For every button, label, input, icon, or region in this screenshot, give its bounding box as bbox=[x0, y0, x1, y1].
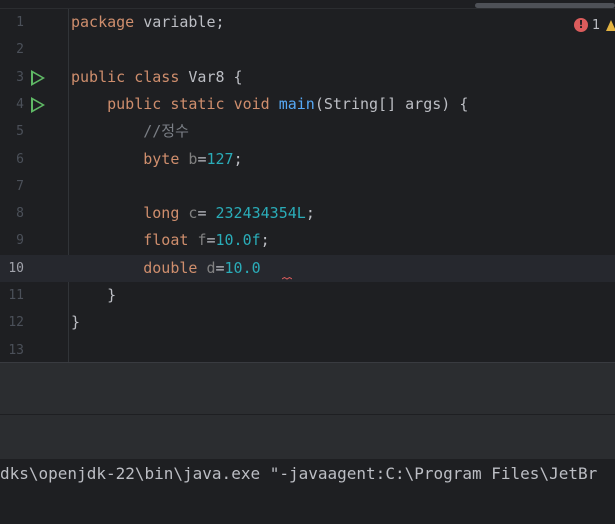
code-token: } bbox=[71, 313, 81, 332]
code-editor[interactable]: 1 package variable; 2 3 public class Var8 {4… bbox=[0, 0, 615, 362]
line-number: 11 bbox=[8, 288, 24, 303]
code-line[interactable]: 2 bbox=[0, 36, 615, 63]
code-token: byte bbox=[143, 149, 180, 168]
code-token: main bbox=[278, 94, 315, 113]
code-token: void bbox=[233, 94, 270, 113]
code-text: public class Var8 { bbox=[71, 64, 243, 91]
run-icon[interactable] bbox=[31, 69, 45, 86]
code-token: d bbox=[206, 258, 216, 277]
line-number: 6 bbox=[16, 151, 24, 167]
code-line[interactable]: 10 double d=10.0 bbox=[0, 254, 615, 282]
code-text: } bbox=[71, 309, 80, 336]
line-number: 3 bbox=[16, 69, 24, 85]
code-token: double bbox=[143, 258, 198, 277]
code-token: = bbox=[206, 231, 216, 250]
line-number: 2 bbox=[16, 42, 24, 58]
line-number: 4 bbox=[16, 96, 24, 112]
code-text: //정수 bbox=[71, 118, 189, 145]
error-squiggle bbox=[282, 277, 292, 280]
code-token: 232434354L bbox=[215, 204, 306, 223]
code-text: public static void main(String[] args) { bbox=[71, 91, 468, 118]
code-token: } bbox=[71, 286, 117, 304]
code-token: 127 bbox=[206, 149, 234, 168]
warning-icon bbox=[606, 19, 615, 31]
console-output-line: dks\openjdk-22\bin\java.exe "-javaagent:… bbox=[0, 464, 598, 483]
code-token: public bbox=[107, 94, 162, 113]
code-line[interactable]: 1 package variable; bbox=[0, 9, 615, 36]
line-number: 1 bbox=[16, 15, 24, 30]
run-toolbar bbox=[0, 414, 615, 459]
code-line[interactable]: 3 public class Var8 { bbox=[0, 64, 615, 91]
code-line[interactable]: 9 float f=10.0f; bbox=[0, 227, 615, 254]
code-token: long bbox=[143, 204, 180, 223]
inspection-widget[interactable]: ! 1 bbox=[574, 16, 615, 34]
line-number: 9 bbox=[16, 233, 24, 249]
code-token: (String[] args) { bbox=[314, 94, 469, 113]
line-number: 12 bbox=[8, 315, 24, 331]
code-line[interactable]: 4 public static void main(String[] args)… bbox=[0, 91, 615, 118]
code-token: ; bbox=[260, 231, 270, 250]
code-token: float bbox=[143, 231, 189, 250]
code-text: double d=10.0 bbox=[71, 255, 261, 282]
code-token: ; bbox=[305, 204, 315, 223]
code-token: class bbox=[134, 67, 180, 86]
code-line[interactable]: 12} bbox=[0, 309, 615, 336]
run-icon[interactable] bbox=[31, 96, 45, 113]
code-text: package variable; bbox=[71, 9, 225, 36]
code-token: public bbox=[71, 67, 126, 86]
line-number: 5 bbox=[16, 124, 24, 140]
code-token: //정수 bbox=[143, 122, 189, 141]
code-token: = bbox=[215, 258, 225, 277]
code-token: ; bbox=[233, 149, 243, 168]
code-token: 10.0f bbox=[215, 231, 261, 250]
code-token: = bbox=[197, 204, 216, 223]
code-token: package bbox=[71, 13, 135, 31]
code-token: variable; bbox=[134, 13, 225, 31]
code-token: static bbox=[170, 94, 225, 113]
code-token: Var8 { bbox=[179, 67, 243, 86]
run-console[interactable]: dks\openjdk-22\bin\java.exe "-javaagent:… bbox=[0, 459, 615, 524]
line-number: 13 bbox=[8, 342, 24, 358]
code-text: long c= 232434354L; bbox=[71, 200, 315, 227]
code-line[interactable]: 6 byte b=127; bbox=[0, 146, 615, 173]
code-line[interactable]: 13 bbox=[0, 337, 615, 362]
line-number: 8 bbox=[16, 206, 24, 222]
code-line[interactable]: 11 } bbox=[0, 282, 615, 309]
code-line[interactable]: 8 long c= 232434354L; bbox=[0, 200, 615, 227]
code-token: 10.0 bbox=[224, 258, 261, 277]
line-number: 7 bbox=[16, 178, 24, 194]
line-number: 10 bbox=[8, 260, 24, 276]
code-text: float f=10.0f; bbox=[71, 227, 270, 254]
code-text: } bbox=[71, 282, 116, 309]
code-text: byte b=127; bbox=[71, 146, 243, 173]
code-line[interactable]: 5 //정수 bbox=[0, 118, 615, 145]
error-icon: ! bbox=[574, 18, 588, 32]
error-count: 1 bbox=[592, 17, 601, 33]
code-line[interactable]: 7 bbox=[0, 173, 615, 200]
tool-window-header bbox=[0, 362, 615, 415]
